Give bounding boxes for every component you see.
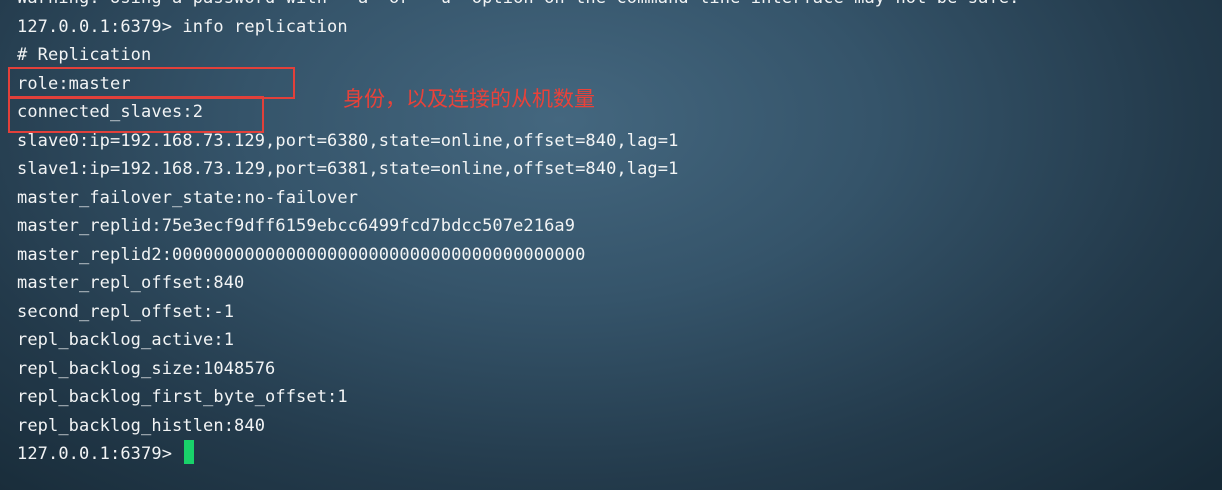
slave1-line: slave1:ip=192.168.73.129,port=6381,state…: [17, 159, 679, 179]
master-replid-line: master_replid:75e3ecf9dff6159ebcc6499fcd…: [17, 216, 576, 236]
cursor: [184, 440, 195, 464]
prompt-line[interactable]: 127.0.0.1:6379>: [17, 440, 195, 468]
master-repl-offset-line: master_repl_offset:840: [17, 273, 245, 293]
repl-backlog-first-byte-offset-line: repl_backlog_first_byte_offset:1: [17, 387, 348, 407]
master-replid2-line: master_replid2:0000000000000000000000000…: [17, 244, 586, 265]
section-header: # Replication: [17, 45, 152, 65]
annotation-note: 身份，以及连接的从机数量: [343, 87, 595, 111]
repl-backlog-histlen-line: repl_backlog_histlen:840: [17, 415, 266, 436]
second-repl-offset-line: second_repl_offset:-1: [17, 301, 235, 322]
repl-backlog-active-line: repl_backlog_active:1: [17, 330, 235, 350]
failover-state-line: master_failover_state:no-failover: [17, 187, 359, 208]
command-line: 127.0.0.1:6379> info replication: [17, 16, 348, 37]
slaves-highlight-box: [8, 96, 264, 133]
role-highlight-box: [8, 67, 295, 99]
warning-line: Warning: Using a password with '-a' or '…: [17, 0, 1019, 12]
repl-backlog-size-line: repl_backlog_size:1048576: [17, 358, 276, 379]
prompt-text: 127.0.0.1:6379>: [17, 444, 183, 464]
